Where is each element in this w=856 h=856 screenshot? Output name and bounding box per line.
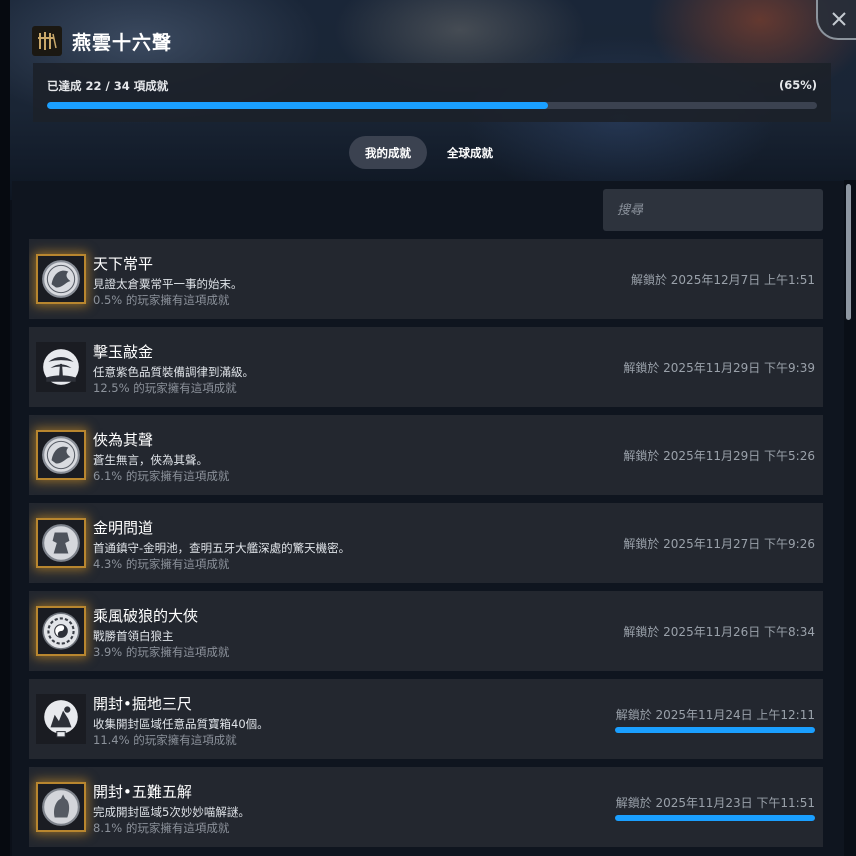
achievement-global-percent: 0.5% 的玩家擁有這項成就 [93, 293, 230, 307]
achievement-progress-panel: 已達成 22 / 34 項成就 (65%) [33, 63, 831, 122]
achievement-unlock-date: 解鎖於 2025年11月26日 下午8:34 [623, 625, 815, 639]
achievement-global-percent: 3.9% 的玩家擁有這項成就 [93, 645, 230, 659]
achievement-description: 見證太倉粟常平一事的始末。 [93, 277, 243, 291]
achievement-description: 任意紫色品質裝備調律到滿級。 [93, 365, 254, 379]
warrior-badge-icon [36, 518, 86, 568]
achievement-progress-bar [615, 727, 815, 733]
achievement-name: 俠為其聲 [93, 431, 154, 449]
achievement-row[interactable]: 擊玉敲金任意紫色品質裝備調律到滿級。 12.5% 的玩家擁有這項成就 解鎖於 202… [29, 327, 823, 407]
search-field[interactable] [603, 189, 823, 231]
achievement-description: 收集開封區域任意品質寶箱40個。 [93, 717, 269, 731]
achievement-unlock-date: 解鎖於 2025年11月27日 下午9:26 [623, 537, 815, 551]
achievement-unlock-date: 解鎖於 2025年11月24日 上午12:11 [615, 708, 815, 722]
achievement-description: 蒼生無言，俠為其聲。 [93, 453, 208, 467]
cat-badge-icon [36, 782, 86, 832]
achievement-name: 開封•掘地三尺 [93, 695, 192, 713]
scrollbar-thumb[interactable] [846, 184, 851, 320]
achievement-name: 擊玉敲金 [93, 343, 154, 361]
tab-my-achievements[interactable]: 我的成就 [349, 136, 427, 169]
achievement-list: 天下常平 見證太倉粟常平一事的始末。 0.5% 的玩家擁有這項成就 解鎖於 2025年… [29, 239, 823, 855]
dragon-badge-icon [36, 430, 86, 480]
achievement-tabs: 我的成就 全球成就 [349, 136, 509, 169]
game-header: 燕雲十六聲 [32, 25, 172, 57]
achievement-unlock-date: 解鎖於 2025年11月23日 下午11:51 [615, 796, 815, 810]
game-title: 燕雲十六聲 [72, 31, 173, 54]
achievement-row[interactable]: 開封•五難五解完成開封區域5次妙妙喵解謎。 8.1% 的玩家擁有這項成就 解鎖於 2… [29, 767, 823, 847]
search-input[interactable] [615, 201, 811, 219]
achievement-unlock-date: 解鎖於 2025年11月29日 下午9:39 [623, 361, 815, 375]
progress-bar [47, 102, 817, 109]
achievement-global-percent: 11.4% 的玩家擁有這項成就 [93, 733, 237, 747]
yin-yang-badge-icon [36, 606, 86, 656]
treasure-badge-icon [36, 694, 86, 744]
achievement-progress-bar [615, 815, 815, 821]
achievement-name: 天下常平 [93, 255, 154, 273]
left-edge-shade [0, 0, 10, 856]
game-logo-icon [32, 26, 62, 56]
achievement-row[interactable]: 天下常平見證太倉粟常平一事的始末。 0.5% 的玩家擁有這項成就 解鎖於 2025年… [29, 239, 823, 319]
achievement-description: 戰勝首領白狼主 [93, 629, 174, 643]
achievement-unlock-date: 解鎖於 2025年12月7日 上午1:51 [630, 273, 815, 287]
pine-tree-badge-icon [36, 342, 86, 392]
achievement-global-percent: 4.3% 的玩家擁有這項成就 [93, 557, 230, 571]
achievement-name: 金明問道 [93, 519, 154, 537]
achievement-global-percent: 8.1% 的玩家擁有這項成就 [93, 821, 230, 835]
achievement-global-percent: 12.5% 的玩家擁有這項成就 [93, 381, 237, 395]
achievement-row[interactable]: 乘風破狼的大俠戰勝首領白狼主 3.9% 的玩家擁有這項成就 解鎖於 2025年11月… [29, 591, 823, 671]
progress-percent: (65%) [778, 78, 817, 92]
progress-bar-fill [47, 102, 548, 109]
achievement-global-percent: 6.1% 的玩家擁有這項成就 [93, 469, 230, 483]
achievement-name: 乘風破狼的大俠 [93, 607, 199, 625]
tab-global-achievements[interactable]: 全球成就 [431, 136, 509, 169]
achievement-row[interactable]: 開封•掘地三尺收集開封區域任意品質寶箱40個。 11.4% 的玩家擁有這項成就 解鎖… [29, 679, 823, 759]
close-button[interactable] [816, 0, 856, 40]
dragon-badge-icon [36, 254, 86, 304]
achievement-name: 開封•五難五解 [93, 783, 192, 801]
achievement-row[interactable]: 俠為其聲蒼生無言，俠為其聲。 6.1% 的玩家擁有這項成就 解鎖於 2025年11月… [29, 415, 823, 495]
progress-label: 已達成 22 / 34 項成就 [47, 79, 169, 93]
achievement-row[interactable]: 金明問道首通鎮守-金明池，查明五牙大艦深處的驚天機密。 4.3% 的玩家擁有這項成… [29, 503, 823, 583]
achievement-unlock-date: 解鎖於 2025年11月29日 下午5:26 [623, 449, 815, 463]
achievement-description: 首通鎮守-金明池，查明五牙大艦深處的驚天機密。 [93, 541, 351, 555]
achievement-description: 完成開封區域5次妙妙喵解謎。 [93, 805, 250, 819]
close-icon [832, 12, 846, 26]
